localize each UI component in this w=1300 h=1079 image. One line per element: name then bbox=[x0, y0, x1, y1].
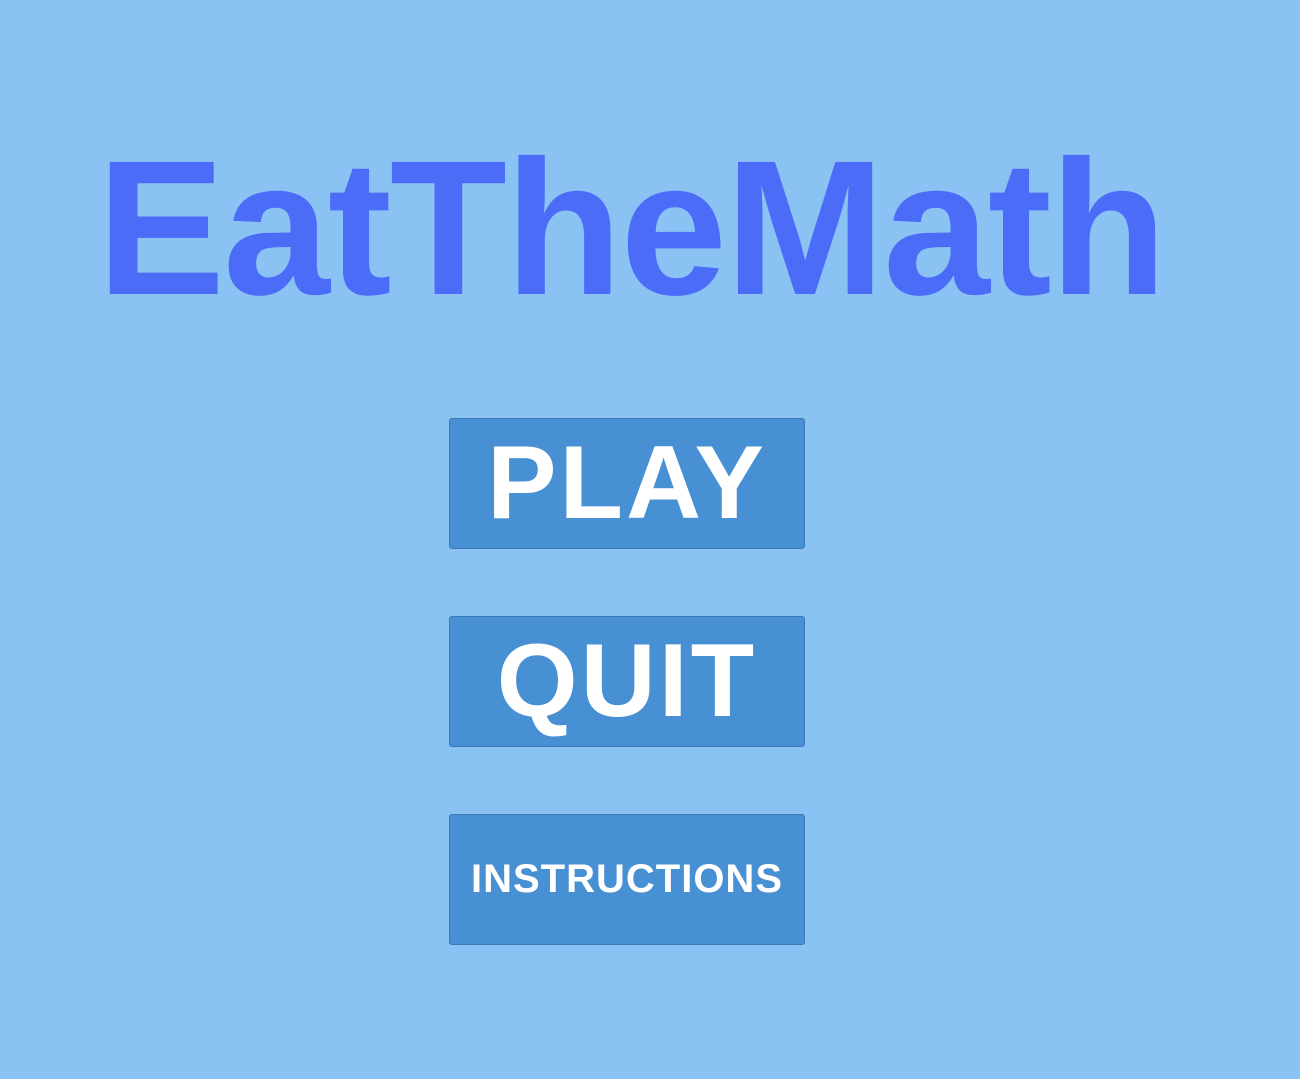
instructions-button-label: INSTRUCTIONS bbox=[471, 857, 783, 901]
game-title: EatTheMath bbox=[96, 120, 1167, 335]
play-button-label: PLAY bbox=[487, 425, 767, 541]
instructions-button[interactable]: INSTRUCTIONS bbox=[449, 814, 805, 945]
play-button[interactable]: PLAY bbox=[449, 418, 805, 549]
main-menu-screen: EatTheMath PLAY QUIT INSTRUCTIONS bbox=[0, 0, 1300, 1079]
quit-button-label: QUIT bbox=[496, 623, 758, 739]
quit-button[interactable]: QUIT bbox=[449, 616, 805, 747]
